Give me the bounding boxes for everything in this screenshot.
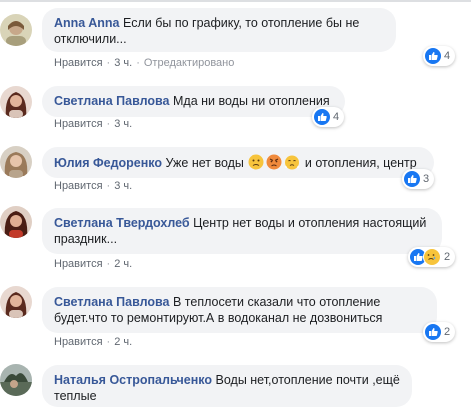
edited-label[interactable]: Отредактировано — [144, 57, 235, 69]
like-button[interactable]: Нравится — [54, 258, 103, 270]
avatar[interactable] — [0, 86, 32, 118]
author-name[interactable]: Светлана Павлова — [54, 94, 170, 108]
comment-bubble: Светлана Павлова В теплосети сказали что… — [42, 287, 437, 333]
timestamp[interactable]: 3 ч. — [114, 180, 132, 192]
like-button[interactable]: Нравится — [54, 180, 103, 192]
like-button[interactable]: Нравится — [54, 118, 103, 130]
angry-face-icon — [266, 154, 282, 170]
timestamp[interactable]: 3 ч. — [114, 118, 132, 130]
comment-text: В теплосети сказали что отопление — [172, 295, 381, 309]
comment-actions: Нравится · 3 ч. · Отредактировано — [54, 57, 235, 69]
comment-text: Мда ни воды ни отопления — [172, 94, 330, 108]
timestamp[interactable]: 3 ч. — [114, 57, 132, 69]
reaction-count: 4 — [444, 50, 451, 62]
reaction-count: 4 — [333, 111, 340, 123]
comment-text: Если бы по графику, то отопление бы не — [123, 16, 360, 30]
reaction-count: 2 — [444, 251, 451, 263]
avatar[interactable] — [0, 14, 32, 46]
reaction-count: 2 — [444, 326, 451, 338]
comment-text-end: и отопления, центр — [304, 156, 417, 170]
sad-reaction-icon — [423, 248, 441, 266]
author-name[interactable]: Anna Anna — [54, 16, 120, 30]
author-name[interactable]: Юлия Федоренко — [54, 156, 162, 170]
top-divider — [0, 0, 471, 2]
comment-actions: Нравится · 2 ч. — [54, 258, 133, 270]
comment-text-start: Уже нет воды — [165, 156, 244, 170]
comment-bubble: Юлия Федоренко Уже нет воды и отопления,… — [42, 147, 434, 178]
comment-actions: Нравится · 2 ч. — [54, 336, 133, 348]
like-reaction-icon — [425, 48, 441, 64]
avatar[interactable] — [0, 364, 32, 396]
author-name[interactable]: Светлана Твердохлеб — [54, 216, 190, 230]
reaction-summary[interactable]: 3 — [402, 169, 435, 189]
reaction-summary[interactable]: 2 — [423, 322, 456, 342]
comment-text-line2: отключили... — [54, 32, 127, 46]
comment-text-line2: теплые — [54, 389, 97, 403]
avatar[interactable] — [0, 146, 32, 178]
reaction-summary[interactable]: 4 — [423, 46, 456, 66]
avatar[interactable] — [0, 206, 32, 238]
reaction-summary[interactable]: 4 — [312, 107, 345, 127]
like-reaction-icon — [425, 324, 441, 340]
comment-actions: Нравится · 3 ч. — [54, 118, 133, 130]
avatar[interactable] — [0, 286, 32, 318]
comment-bubble: Anna Anna Если бы по графику, то отоплен… — [42, 8, 396, 52]
timestamp[interactable]: 2 ч. — [114, 258, 132, 270]
steam-face-icon — [285, 155, 300, 170]
author-name[interactable]: Светлана Павлова — [54, 295, 170, 309]
reaction-count: 3 — [423, 173, 430, 185]
comment-bubble: Светлана Павлова Мда ни воды ни отоплени… — [42, 86, 345, 117]
timestamp[interactable]: 2 ч. — [114, 336, 132, 348]
comment-text-line2: праздник... — [54, 232, 118, 246]
like-reaction-icon — [404, 171, 420, 187]
reaction-summary[interactable]: 2 — [408, 247, 456, 267]
comment-bubble: Наталья Остропальченко Воды нет,отоплени… — [42, 365, 412, 407]
confused-face-icon — [248, 154, 264, 170]
like-reaction-icon — [314, 109, 330, 125]
comment-bubble: Светлана Твердохлеб Центр нет воды и ото… — [42, 208, 442, 254]
like-button[interactable]: Нравится — [54, 336, 103, 348]
comment-text: Воды нет,отопление почти ,ещё — [215, 373, 400, 387]
comment-text-line2: будет.что то ремонтируют.А в водоканал н… — [54, 311, 383, 325]
author-name[interactable]: Наталья Остропальченко — [54, 373, 212, 387]
comment-actions: Нравится · 3 ч. — [54, 180, 133, 192]
like-button[interactable]: Нравится — [54, 57, 103, 69]
comment-text: Центр нет воды и отопления настоящий — [193, 216, 427, 230]
